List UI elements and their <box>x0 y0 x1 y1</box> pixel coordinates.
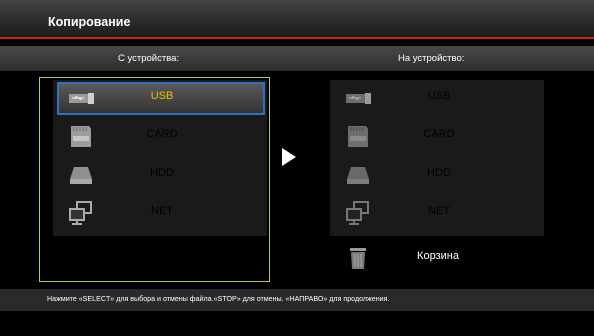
destination-item-hdd[interactable]: HDD <box>334 157 542 193</box>
network-icon <box>346 201 369 225</box>
destination-item-label: CARD <box>423 128 455 140</box>
page-title: Копирование <box>48 15 131 29</box>
source-item-label: USB <box>150 90 174 102</box>
destination-item-label: USB <box>427 90 451 102</box>
hdd-icon <box>347 167 369 184</box>
destination-item-label: NET <box>428 205 450 217</box>
trash-icon[interactable] <box>347 246 369 270</box>
column-header-band <box>0 46 594 71</box>
help-hint: Нажмите «SELECT» для выбора и отмены фай… <box>47 295 390 303</box>
source-item-usb[interactable]: USB <box>57 80 265 116</box>
card-icon <box>71 126 91 147</box>
source-item-hdd[interactable]: HDD <box>57 157 265 193</box>
source-header: С устройства: <box>118 53 180 64</box>
source-item-net[interactable]: NET <box>57 195 265 231</box>
trash-label[interactable]: Корзина <box>383 250 493 262</box>
network-icon <box>69 201 92 225</box>
usb-icon <box>69 93 94 104</box>
source-item-label: CARD <box>146 128 178 140</box>
title-divider <box>0 37 594 39</box>
copy-screen: Копирование С устройства: На устройство:… <box>0 0 594 336</box>
hdd-icon <box>70 167 92 184</box>
destination-header: На устройство: <box>398 53 465 64</box>
play-arrow-icon <box>282 148 296 166</box>
destination-item-label: HDD <box>427 167 451 179</box>
destination-item-card[interactable]: CARD <box>334 118 542 154</box>
usb-icon <box>346 93 371 104</box>
destination-item-net[interactable]: NET <box>334 195 542 231</box>
source-item-label: NET <box>151 205 173 217</box>
source-item-label: HDD <box>150 167 174 179</box>
card-icon <box>348 126 368 147</box>
source-item-card[interactable]: CARD <box>57 118 265 154</box>
destination-item-usb[interactable]: USB <box>334 80 542 116</box>
